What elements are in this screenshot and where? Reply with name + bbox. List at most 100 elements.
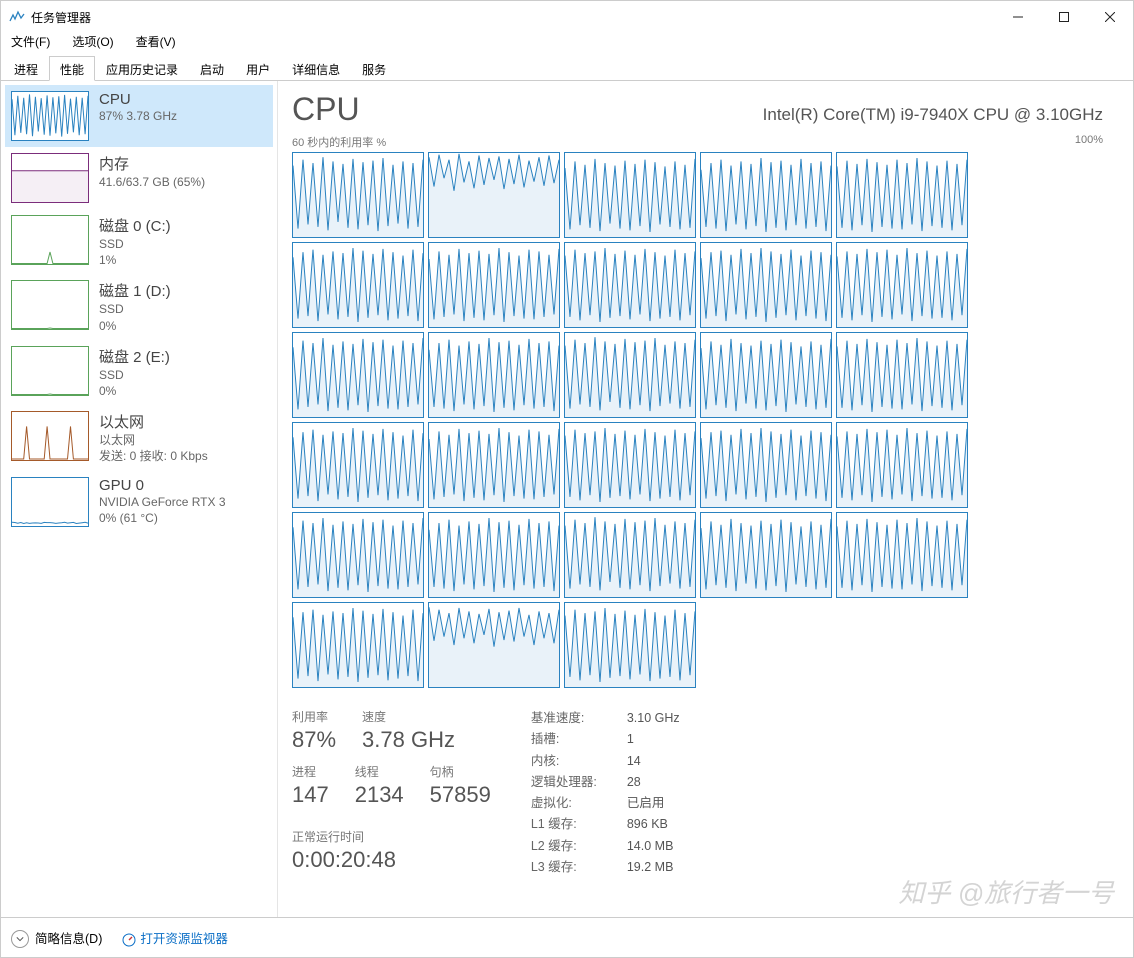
- open-resmon-link[interactable]: 打开资源监视器: [122, 928, 228, 947]
- minimize-button[interactable]: [995, 1, 1041, 33]
- thumb-disk: [11, 280, 89, 330]
- footer: 简略信息(D) 打开资源监视器: [1, 917, 1133, 957]
- core-chart-25: [292, 602, 424, 688]
- detail-label: 插槽:: [531, 729, 627, 750]
- core-chart-19: [836, 422, 968, 508]
- sidebar-item-sub: 以太网发送: 0 接收: 0 Kbps: [99, 432, 208, 464]
- detail-value: 1: [627, 729, 634, 750]
- detail-row: 虚拟化:已启用: [531, 793, 680, 814]
- core-chart-27: [564, 602, 696, 688]
- sidebar-item-sub: NVIDIA GeForce RTX 30% (61 °C): [99, 494, 226, 526]
- chevron-down-icon: [11, 930, 29, 948]
- core-chart-26: [428, 602, 560, 688]
- cpu-model: Intel(R) Core(TM) i9-7940X CPU @ 3.10GHz: [763, 105, 1103, 125]
- threads-value: 2134: [355, 782, 404, 808]
- sidebar-item-sub: SSD0%: [99, 367, 170, 399]
- core-chart-1: [428, 152, 560, 238]
- core-chart-5: [292, 242, 424, 328]
- titlebar: 任务管理器: [1, 1, 1133, 33]
- tab-4[interactable]: 用户: [235, 56, 281, 81]
- detail-label: L1 缓存:: [531, 814, 627, 835]
- thumb-net: [11, 411, 89, 461]
- core-chart-9: [836, 242, 968, 328]
- core-chart-12: [564, 332, 696, 418]
- sidebar-item-name: 磁盘 2 (E:): [99, 346, 170, 367]
- core-chart-10: [292, 332, 424, 418]
- detail-value: 14.0 MB: [627, 836, 674, 857]
- sidebar-item-net-5[interactable]: 以太网以太网发送: 0 接收: 0 Kbps: [5, 405, 273, 470]
- detail-label: 基准速度:: [531, 708, 627, 729]
- window-title: 任务管理器: [31, 9, 995, 26]
- core-chart-18: [700, 422, 832, 508]
- menu-options[interactable]: 选项(O): [66, 33, 119, 53]
- detail-value: 已启用: [627, 793, 665, 814]
- thumb-mem: [11, 153, 89, 203]
- tab-6[interactable]: 服务: [351, 56, 397, 81]
- core-chart-22: [564, 512, 696, 598]
- sidebar-item-disk-3[interactable]: 磁盘 1 (D:)SSD0%: [5, 274, 273, 339]
- core-chart-3: [700, 152, 832, 238]
- fewer-details-label: 简略信息(D): [35, 932, 102, 946]
- detail-label: 逻辑处理器:: [531, 772, 627, 793]
- detail-label: L2 缓存:: [531, 836, 627, 857]
- detail-value: 28: [627, 772, 641, 793]
- detail-row: L1 缓存:896 KB: [531, 814, 680, 835]
- panel-title: CPU: [292, 91, 360, 128]
- core-grid[interactable]: [292, 152, 1103, 688]
- maximize-button[interactable]: [1041, 1, 1087, 33]
- handles-value: 57859: [430, 782, 491, 808]
- util-label: 利用率: [292, 708, 336, 725]
- detail-row: 插槽:1: [531, 729, 680, 750]
- sidebar-item-name: 磁盘 0 (C:): [99, 215, 171, 236]
- sidebar-item-mem-1[interactable]: 内存41.6/63.7 GB (65%): [5, 147, 273, 209]
- detail-row: 逻辑处理器:28: [531, 772, 680, 793]
- resmon-icon: [122, 933, 136, 947]
- sidebar-item-disk-2[interactable]: 磁盘 0 (C:)SSD1%: [5, 209, 273, 274]
- detail-value: 3.10 GHz: [627, 708, 680, 729]
- core-chart-23: [700, 512, 832, 598]
- sidebar-item-sub: 87% 3.78 GHz: [99, 108, 177, 124]
- fewer-details-button[interactable]: 简略信息(D): [11, 928, 102, 948]
- core-chart-4: [836, 152, 968, 238]
- tab-5[interactable]: 详细信息: [281, 56, 351, 81]
- sidebar-item-sub: SSD1%: [99, 236, 171, 268]
- detail-row: 内核:14: [531, 751, 680, 772]
- core-chart-14: [836, 332, 968, 418]
- core-chart-8: [700, 242, 832, 328]
- speed-value: 3.78 GHz: [362, 727, 455, 753]
- core-chart-15: [292, 422, 424, 508]
- core-chart-16: [428, 422, 560, 508]
- core-chart-21: [428, 512, 560, 598]
- sidebar-item-disk-4[interactable]: 磁盘 2 (E:)SSD0%: [5, 340, 273, 405]
- tab-0[interactable]: 进程: [3, 56, 49, 81]
- menu-file[interactable]: 文件(F): [5, 33, 56, 53]
- sidebar-item-cpu-0[interactable]: CPU87% 3.78 GHz: [5, 85, 273, 147]
- detail-row: L2 缓存:14.0 MB: [531, 836, 680, 857]
- sidebar-item-gpu-6[interactable]: GPU 0NVIDIA GeForce RTX 30% (61 °C): [5, 471, 273, 533]
- detail-row: L3 缓存:19.2 MB: [531, 857, 680, 878]
- core-chart-11: [428, 332, 560, 418]
- thumb-disk: [11, 346, 89, 396]
- core-chart-2: [564, 152, 696, 238]
- sidebar-item-sub: 41.6/63.7 GB (65%): [99, 174, 205, 190]
- main-panel: CPU Intel(R) Core(TM) i9-7940X CPU @ 3.1…: [278, 81, 1133, 917]
- processes-value: 147: [292, 782, 329, 808]
- tab-1[interactable]: 性能: [49, 56, 95, 81]
- detail-value: 896 KB: [627, 814, 668, 835]
- axis-right-label: 100%: [1075, 134, 1103, 150]
- core-chart-7: [564, 242, 696, 328]
- thumb-cpu: [11, 91, 89, 141]
- detail-value: 14: [627, 751, 641, 772]
- threads-label: 线程: [355, 763, 404, 780]
- tab-3[interactable]: 启动: [189, 56, 235, 81]
- sidebar: CPU87% 3.78 GHz内存41.6/63.7 GB (65%)磁盘 0 …: [1, 81, 278, 917]
- menubar: 文件(F) 选项(O) 查看(V): [1, 33, 1133, 55]
- close-button[interactable]: [1087, 1, 1133, 33]
- uptime-value: 0:00:20:48: [292, 847, 491, 873]
- sidebar-item-name: GPU 0: [99, 477, 226, 494]
- sidebar-item-name: CPU: [99, 91, 177, 108]
- detail-row: 基准速度:3.10 GHz: [531, 708, 680, 729]
- menu-view[interactable]: 查看(V): [130, 33, 182, 53]
- tab-2[interactable]: 应用历史记录: [95, 56, 189, 81]
- speed-label: 速度: [362, 708, 455, 725]
